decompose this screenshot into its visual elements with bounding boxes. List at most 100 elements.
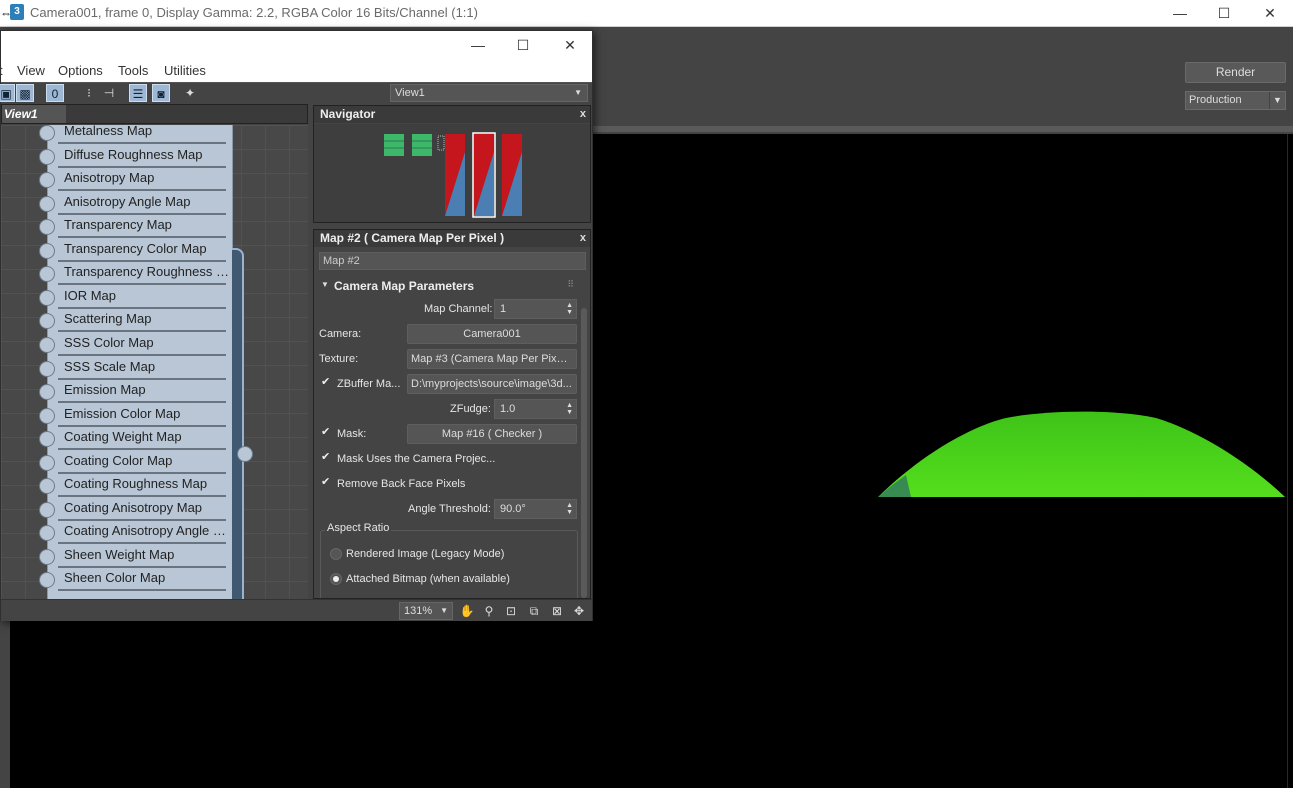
minimize-icon[interactable]: — bbox=[1160, 2, 1200, 24]
close-icon[interactable]: ✕ bbox=[1250, 2, 1290, 24]
spinner-arrows-icon[interactable]: ▲ ▼ bbox=[566, 302, 573, 316]
node-input-socket[interactable] bbox=[39, 384, 55, 401]
node-slot-row[interactable]: Coating Anisotropy Map bbox=[39, 498, 234, 521]
rollout-title[interactable]: Camera Map Parameters bbox=[334, 279, 474, 293]
node-input-socket[interactable] bbox=[39, 548, 55, 565]
rendered-image-radio[interactable] bbox=[330, 548, 342, 560]
close-icon[interactable]: ✕ bbox=[550, 34, 590, 56]
zfudge-spinner[interactable]: 1.0 ▲ ▼ bbox=[494, 399, 577, 419]
camera-picker-button[interactable]: Camera001 bbox=[407, 324, 577, 344]
node-slot-row[interactable]: SSS Scale Map bbox=[39, 357, 234, 380]
node-input-socket[interactable] bbox=[39, 454, 55, 471]
node-slot-row[interactable]: Metalness Map bbox=[39, 125, 234, 144]
navigator-header: Navigator x bbox=[314, 106, 590, 123]
zbuffer-map-button[interactable]: D:\myprojects\source\image\3d... bbox=[407, 374, 577, 394]
node-input-socket[interactable] bbox=[39, 407, 55, 424]
show-slots-icon[interactable]: ☰ bbox=[129, 84, 147, 102]
node-slot-row[interactable]: IOR Map bbox=[39, 286, 234, 309]
select-tool-icon[interactable]: ▣ bbox=[0, 84, 15, 102]
map-channel-spinner[interactable]: 1 ▲ ▼ bbox=[494, 299, 577, 319]
node-output-socket[interactable] bbox=[237, 446, 253, 462]
node-slot-row[interactable]: Scattering Map bbox=[39, 309, 234, 333]
node-input-socket[interactable] bbox=[39, 219, 55, 236]
mask-checkbox[interactable]: ✔ bbox=[321, 427, 332, 438]
node-slot-row[interactable]: Transparency Map bbox=[39, 215, 234, 239]
zoom-icon[interactable]: ⚲ bbox=[481, 603, 497, 619]
node-slot-row[interactable]: Diffuse Roughness Map bbox=[39, 145, 234, 168]
remove-back-face-checkbox[interactable]: ✔ bbox=[321, 477, 332, 488]
close-icon[interactable]: x bbox=[580, 106, 586, 123]
node-slot-row[interactable]: Transparency Roughness Map bbox=[39, 262, 234, 286]
menu-utilities[interactable]: Utilities bbox=[164, 63, 206, 78]
magic-wand-icon[interactable]: ✦ bbox=[181, 84, 199, 102]
mask-map-button[interactable]: Map #16 ( Checker ) bbox=[407, 424, 577, 444]
node-input-socket[interactable] bbox=[39, 242, 55, 259]
node-input-socket[interactable] bbox=[39, 125, 55, 141]
node-slot-row[interactable]: Emission Color Map bbox=[39, 404, 234, 427]
maximize-icon[interactable]: ☐ bbox=[1204, 2, 1244, 24]
material-node[interactable]: Metalness Map Diffuse Roughness Map Anisot… bbox=[39, 125, 234, 599]
node-input-socket[interactable] bbox=[39, 172, 55, 189]
node-input-socket[interactable] bbox=[39, 313, 55, 330]
zoom-dropdown[interactable]: 131% ▼ bbox=[399, 602, 453, 620]
minimize-icon[interactable]: — bbox=[458, 34, 498, 56]
angle-threshold-spinner[interactable]: 90.0° ▲ ▼ bbox=[494, 499, 577, 519]
map-name-input[interactable]: Map #2 bbox=[319, 252, 586, 270]
texture-map-button[interactable]: Map #3 (Camera Map Per Pixel ... bbox=[407, 349, 577, 369]
mask-uses-camera-checkbox[interactable]: ✔ bbox=[321, 452, 332, 463]
node-input-socket[interactable] bbox=[39, 501, 55, 518]
parameter-scrollbar[interactable] bbox=[581, 308, 587, 598]
zbuffer-checkbox[interactable]: ✔ bbox=[321, 377, 332, 388]
rollout-collapse-icon[interactable]: ▼ bbox=[321, 280, 329, 289]
node-input-socket[interactable] bbox=[39, 360, 55, 377]
node-input-socket[interactable] bbox=[39, 266, 55, 283]
tab-view1[interactable]: View1 bbox=[2, 105, 66, 123]
node-input-socket[interactable] bbox=[39, 195, 55, 212]
pan-hand-icon[interactable]: ✋ bbox=[459, 603, 475, 619]
attached-bitmap-radio[interactable] bbox=[330, 573, 342, 585]
node-input-socket[interactable] bbox=[39, 572, 55, 589]
menu-options[interactable]: Options bbox=[58, 63, 103, 78]
node-slot-row[interactable]: Anisotropy Angle Map bbox=[39, 192, 234, 215]
node-slot-label: Emission Map bbox=[64, 382, 146, 398]
view-selector-dropdown[interactable]: View1 ▼ bbox=[390, 84, 588, 102]
menu-view[interactable]: View bbox=[17, 63, 45, 78]
zoom-extents-icon[interactable]: ⧉ bbox=[526, 603, 542, 619]
node-slot-row[interactable]: Coating Weight Map bbox=[39, 427, 234, 451]
node-slot-row[interactable]: Anisotropy Map bbox=[39, 168, 234, 192]
menu-tools[interactable]: Tools bbox=[118, 63, 148, 78]
node-input-socket[interactable] bbox=[39, 336, 55, 353]
node-view-canvas[interactable]: Metalness Map Diffuse Roughness Map Anisot… bbox=[1, 125, 308, 599]
material-id-icon[interactable]: 0 bbox=[46, 84, 64, 102]
node-slot-row[interactable]: Sheen Color Map bbox=[39, 568, 234, 592]
spinner-arrows-icon[interactable]: ▲ ▼ bbox=[566, 402, 573, 416]
close-icon[interactable]: x bbox=[580, 230, 586, 247]
zoom-extents-selected-icon[interactable]: ⊠ bbox=[549, 603, 565, 619]
render-preset-dropdown[interactable]: Production ▼ bbox=[1185, 91, 1286, 110]
node-slot-row[interactable]: SSS Color Map bbox=[39, 333, 234, 356]
node-slot-row[interactable]: Coating Roughness Map bbox=[39, 474, 234, 498]
maximize-icon[interactable]: ☐ bbox=[503, 34, 543, 56]
node-slot-row[interactable]: Coating Anisotropy Angle Map bbox=[39, 521, 234, 545]
node-slot-row[interactable]: Transparency Color Map bbox=[39, 239, 234, 262]
node-input-socket[interactable] bbox=[39, 525, 55, 542]
node-slot-row[interactable]: Sheen Weight Map bbox=[39, 545, 234, 568]
show-background-icon[interactable]: ◙ bbox=[152, 84, 170, 102]
menu-edit[interactable]: t bbox=[0, 63, 3, 78]
node-slot-row[interactable]: Coating Color Map bbox=[39, 451, 234, 474]
node-input-socket[interactable] bbox=[39, 148, 55, 165]
pan-to-selected-icon[interactable]: ✥ bbox=[571, 603, 587, 619]
node-input-socket[interactable] bbox=[39, 478, 55, 495]
node-input-socket[interactable] bbox=[39, 431, 55, 448]
render-button[interactable]: Render bbox=[1185, 62, 1286, 83]
navigator-canvas[interactable] bbox=[314, 124, 590, 222]
node-slot-row[interactable]: Emission Map bbox=[39, 380, 234, 404]
node-slot-label: Coating Roughness Map bbox=[64, 476, 208, 492]
spinner-arrows-icon[interactable]: ▲ ▼ bbox=[566, 502, 573, 516]
zoom-region-icon[interactable]: ⊡ bbox=[503, 603, 519, 619]
layout-children-icon[interactable]: ⊣ bbox=[100, 84, 118, 102]
checker-background-icon[interactable]: ▩ bbox=[16, 84, 34, 102]
node-input-socket[interactable] bbox=[39, 289, 55, 306]
layout-vertical-icon[interactable]: ⁝ bbox=[80, 84, 98, 102]
map-channel-value: 1 bbox=[500, 303, 507, 315]
